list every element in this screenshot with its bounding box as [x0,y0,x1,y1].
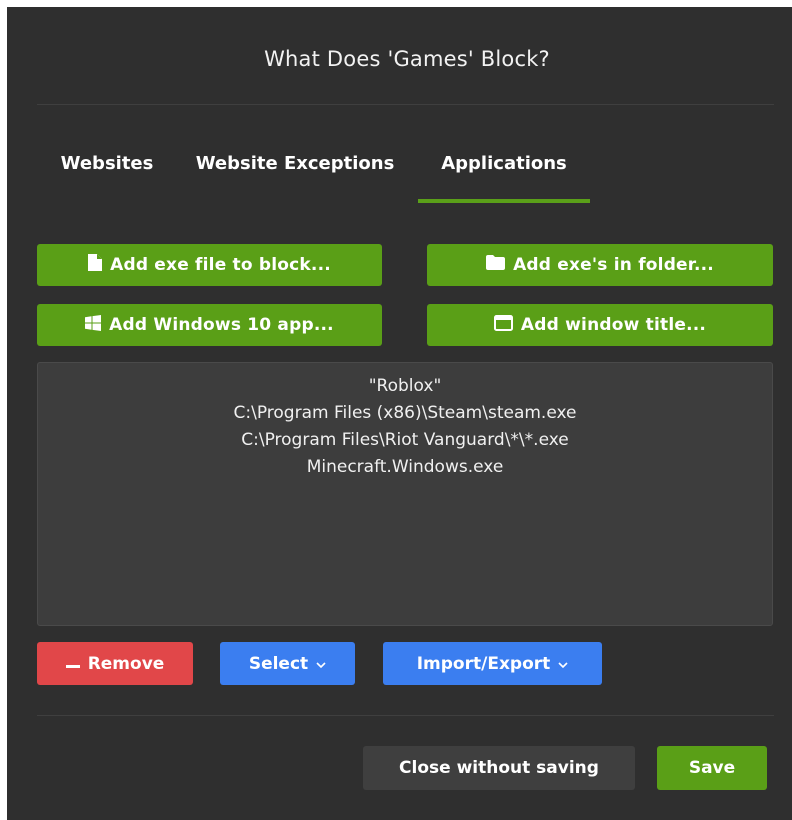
remove-label: Remove [87,653,165,674]
chevron-down-icon [558,654,568,674]
tab-applications[interactable]: Applications [418,152,590,202]
select-label: Select [248,653,309,674]
tab-websites[interactable]: Websites [57,152,157,202]
add-exes-in-folder-label: Add exe's in folder... [513,255,714,275]
list-item[interactable]: C:\Program Files (x86)\Steam\steam.exe [38,400,772,427]
chevron-down-icon [316,654,326,674]
import-export-dropdown-button[interactable]: Import/Export [383,642,602,685]
import-export-label: Import/Export [416,653,551,674]
add-exes-in-folder-button[interactable]: Add exe's in folder... [427,244,773,286]
list-item[interactable]: "Roblox" [38,373,772,400]
list-item[interactable]: C:\Program Files\Riot Vanguard\*\*.exe [38,427,772,454]
add-exe-file-label: Add exe file to block... [110,255,331,275]
add-exe-file-button[interactable]: Add exe file to block... [37,244,382,286]
add-windows-10-app-button[interactable]: Add Windows 10 app... [37,304,382,346]
dialog-title: What Does 'Games' Block? [264,47,550,71]
window-icon [493,314,513,336]
header-divider [37,104,774,105]
footer-divider [37,715,774,716]
remove-button[interactable]: Remove [37,642,193,685]
windows-icon [85,314,102,336]
add-window-title-button[interactable]: Add window title... [427,304,773,346]
block-settings-dialog: What Does 'Games' Block? Websites Websit… [7,7,792,820]
blocked-apps-list[interactable]: "Roblox" C:\Program Files (x86)\Steam\st… [37,362,773,626]
active-tab-indicator [418,199,590,203]
tab-website-exceptions[interactable]: Website Exceptions [193,152,397,202]
close-without-saving-button[interactable]: Close without saving [363,746,635,790]
select-dropdown-button[interactable]: Select [220,642,355,685]
folder-icon [486,255,506,275]
save-button[interactable]: Save [657,746,767,790]
file-icon [88,254,103,276]
add-windows-10-app-label: Add Windows 10 app... [109,315,334,335]
add-window-title-label: Add window title... [520,315,707,335]
tab-bar: Websites Website Exceptions Applications [7,152,792,212]
minus-icon [65,654,80,674]
list-item[interactable]: Minecraft.Windows.exe [38,454,772,481]
